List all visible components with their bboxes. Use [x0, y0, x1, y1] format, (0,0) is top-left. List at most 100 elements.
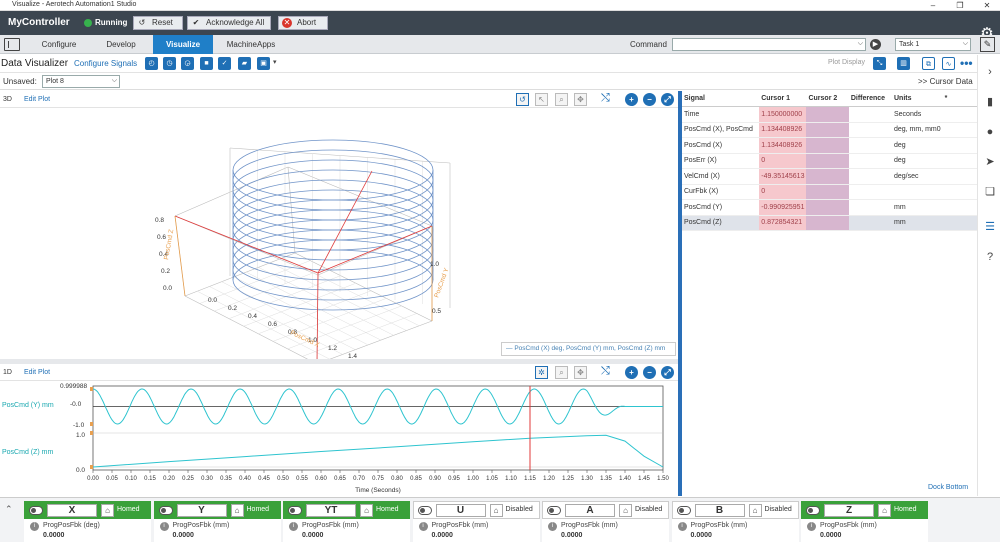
- table-row[interactable]: PosErr (X) 0 deg: [682, 153, 977, 169]
- tab-machineapps[interactable]: MachineApps: [215, 35, 287, 54]
- tab-visualize[interactable]: Visualize: [153, 35, 213, 54]
- col-header[interactable]: *: [942, 91, 977, 107]
- clear-cursor-icon[interactable]: ⤭: [601, 92, 615, 106]
- panel-icon[interactable]: ▮: [983, 95, 997, 109]
- axis-name[interactable]: YT: [306, 504, 356, 517]
- collect-icon[interactable]: ◴: [145, 57, 158, 70]
- chevron-right-icon[interactable]: ›: [983, 65, 997, 79]
- info-icon[interactable]: i: [548, 522, 557, 531]
- list-icon[interactable]: ☰: [983, 220, 997, 234]
- info-icon[interactable]: i: [418, 522, 428, 531]
- axis-name[interactable]: X: [47, 504, 97, 517]
- chart-1d[interactable]: 0.00 0.05 0.10 0.15 0.20 0.25 0.30 0.35 0.40 0.45…: [0, 381, 678, 496]
- pan-icon[interactable]: ✥: [574, 93, 587, 106]
- clear-cursor-icon[interactable]: ⤭: [601, 365, 615, 379]
- enable-toggle[interactable]: [547, 506, 561, 515]
- dock-bottom-link[interactable]: Dock Bottom: [928, 484, 968, 491]
- minimize-icon[interactable]: –: [923, 0, 943, 11]
- pointer-icon[interactable]: ↖: [535, 93, 548, 106]
- acknowledge-all-button[interactable]: ✔ Acknowledge All: [187, 16, 271, 30]
- zoom-out-icon[interactable]: −: [643, 366, 656, 379]
- command-input[interactable]: ⌵: [672, 38, 866, 51]
- home-icon[interactable]: ⌂: [619, 504, 632, 517]
- table-row[interactable]: VelCmd (X) -49.35145613 deg/sec: [682, 168, 977, 185]
- table-row[interactable]: PosCmd (X) 1.134408926 deg: [682, 137, 977, 154]
- table-row[interactable]: PosCmd (Y) -0.990925951 mm: [682, 199, 977, 216]
- wave-icon[interactable]: ∿: [942, 57, 955, 70]
- zoom-in-icon[interactable]: +: [625, 366, 638, 379]
- info-icon[interactable]: i: [677, 522, 687, 531]
- pan-icon[interactable]: ✥: [574, 366, 587, 379]
- reset-view-icon[interactable]: ↺: [516, 93, 529, 106]
- tab-develop[interactable]: Develop: [90, 35, 152, 54]
- cursor-select-icon[interactable]: ✲: [535, 366, 548, 379]
- home-icon[interactable]: ⌂: [878, 504, 891, 517]
- axis-name[interactable]: U: [435, 504, 486, 517]
- collapse-icon[interactable]: ⌃: [5, 504, 13, 515]
- table-row[interactable]: PosCmd (Z) 0.872854321 mm: [682, 215, 977, 231]
- save-icon[interactable]: ▣: [257, 57, 270, 70]
- table-row[interactable]: Time 1.150000000 Seconds: [682, 106, 977, 123]
- files-icon[interactable]: ❏: [983, 185, 997, 199]
- zoom-fit-icon[interactable]: ⤢: [661, 366, 674, 379]
- navigate-icon[interactable]: ➤: [983, 155, 997, 169]
- table-row[interactable]: CurFbk (X) 0: [682, 184, 977, 200]
- zoom-fit-icon[interactable]: ⤢: [661, 93, 674, 106]
- more-icon[interactable]: •••: [960, 56, 973, 70]
- col-header[interactable]: Cursor 2: [806, 91, 849, 107]
- info-icon[interactable]: i: [159, 522, 169, 531]
- sidebar-toggle-icon[interactable]: [4, 38, 20, 51]
- help-icon[interactable]: ?: [983, 250, 997, 264]
- open-folder-icon[interactable]: ▰: [238, 57, 251, 70]
- run-command-icon[interactable]: ▶: [870, 39, 881, 50]
- close-icon[interactable]: ✕: [977, 0, 997, 11]
- edit-plot-3d-link[interactable]: Edit Plot: [24, 96, 50, 103]
- info-icon[interactable]: i: [30, 522, 39, 531]
- enable-toggle[interactable]: [158, 506, 173, 515]
- col-header[interactable]: Units: [891, 91, 943, 107]
- info-icon[interactable]: i: [807, 522, 816, 531]
- zoom-box-icon[interactable]: ⌕: [555, 366, 568, 379]
- alerts-icon[interactable]: ●: [983, 125, 997, 139]
- stop-icon[interactable]: ■: [200, 57, 213, 70]
- zoom-in-icon[interactable]: +: [625, 93, 638, 106]
- home-icon[interactable]: ⌂: [360, 504, 373, 517]
- task-select[interactable]: Task 1 ⌵: [895, 38, 971, 51]
- info-icon[interactable]: i: [289, 522, 298, 531]
- axis-name[interactable]: B: [694, 504, 745, 517]
- axes-settings-icon[interactable]: ⤡: [873, 57, 886, 70]
- save-dropdown-icon[interactable]: ▾: [273, 58, 277, 66]
- edit-plot-1d-link[interactable]: Edit Plot: [24, 369, 50, 376]
- zoom-out-icon[interactable]: −: [643, 93, 656, 106]
- home-icon[interactable]: ⌂: [489, 504, 503, 517]
- col-header[interactable]: Cursor 1: [759, 91, 807, 107]
- axis-name[interactable]: A: [565, 504, 615, 517]
- table-row[interactable]: PosCmd (X), PosCmd 1.134408926 deg, mm, mm…: [682, 122, 977, 138]
- maximize-icon[interactable]: ❐: [950, 0, 970, 11]
- bar-chart-icon[interactable]: ▥: [897, 57, 910, 70]
- tab-configure[interactable]: Configure: [28, 35, 90, 54]
- col-header[interactable]: Signal: [682, 91, 760, 107]
- col-header[interactable]: Difference: [848, 91, 892, 107]
- axis-name[interactable]: Z: [824, 504, 874, 517]
- home-icon[interactable]: ⌂: [748, 504, 762, 517]
- configure-signals-link[interactable]: Configure Signals: [74, 59, 137, 68]
- collect-timed-icon[interactable]: ◷: [163, 57, 176, 70]
- plot-select[interactable]: Plot 8 ⌵: [42, 75, 120, 88]
- home-icon[interactable]: ⌂: [101, 504, 114, 517]
- plot-3d-canvas[interactable]: 0.00.20.40.60.81.01.21.41.61.80.00.20.40…: [0, 108, 678, 359]
- enable-toggle[interactable]: [676, 506, 691, 515]
- enable-toggle[interactable]: [288, 506, 302, 515]
- cursor-data-toggle[interactable]: >> Cursor Data: [918, 77, 973, 86]
- enable-toggle[interactable]: [417, 506, 432, 515]
- axis-name[interactable]: Y: [176, 504, 227, 517]
- copy-icon[interactable]: ⧉: [922, 57, 935, 70]
- enable-toggle[interactable]: [29, 506, 43, 515]
- enable-toggle[interactable]: [806, 506, 820, 515]
- collect-trigger-icon[interactable]: ◶: [181, 57, 194, 70]
- abort-button[interactable]: ✕ Abort: [278, 16, 328, 30]
- reset-button[interactable]: ↺ Reset: [133, 16, 183, 30]
- edit-icon[interactable]: ✎: [980, 37, 995, 52]
- checklist-icon[interactable]: ✓: [218, 57, 231, 70]
- zoom-box-icon[interactable]: ⌕: [555, 93, 568, 106]
